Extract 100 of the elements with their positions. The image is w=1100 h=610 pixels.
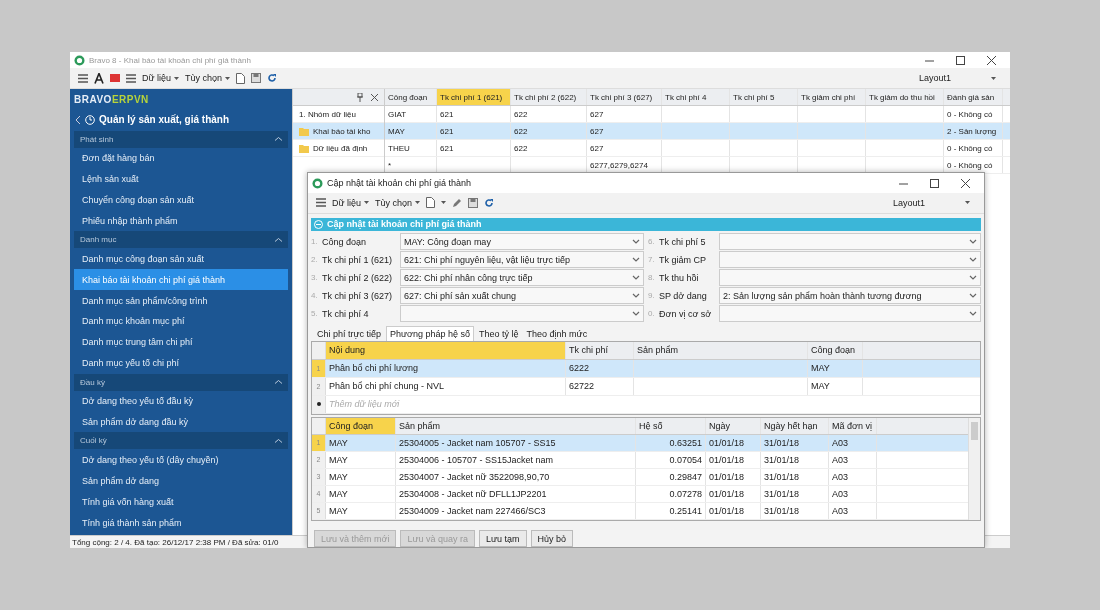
dropdown-field[interactable] — [719, 251, 981, 269]
sidebar-item[interactable]: Phiếu nhập thành phẩm — [74, 210, 288, 232]
table-cell: 0.29847 — [636, 468, 706, 485]
column-header[interactable]: Tk chi phí 2 (622) — [511, 89, 587, 105]
layout-dropdown[interactable]: Layout1 — [918, 73, 951, 83]
sidebar-item[interactable]: Danh mục công đoạn sản xuất — [74, 248, 288, 270]
sidebar-item[interactable]: Đơn đặt hàng bán — [74, 147, 288, 169]
chevron-down-icon — [632, 293, 640, 299]
column-header[interactable]: Tk chi phí 3 (627) — [587, 89, 662, 105]
close-icon[interactable] — [371, 93, 378, 101]
table-cell: 31/01/18 — [761, 468, 829, 485]
action-button[interactable]: Lưu tạm — [479, 530, 527, 547]
dropdown-field[interactable]: 627: Chi phí sản xuất chung — [400, 287, 644, 305]
sidebar-item[interactable]: Dở dang theo yếu tố (dây chuyền) — [74, 449, 288, 471]
field-label: SP dở dang — [659, 290, 708, 301]
column-header[interactable]: Đánh giá sản — [944, 89, 1003, 105]
save-icon[interactable] — [251, 73, 262, 83]
table-cell: MAY — [385, 123, 437, 139]
table-cell: 0.07054 — [636, 451, 706, 468]
dropdown-field[interactable]: 621: Chi phí nguyên liệu, vật liệu trực tiếp — [400, 251, 644, 269]
tab[interactable]: Phương pháp hệ số — [386, 325, 475, 341]
menu-dropdown[interactable]: Dữ liệu — [142, 73, 180, 83]
menu-icon[interactable] — [126, 73, 136, 83]
dropdown-field[interactable] — [719, 305, 981, 323]
tree-item[interactable]: Dữ liệu đã định — [293, 140, 384, 156]
new-row-icon — [316, 402, 321, 407]
pen-icon[interactable] — [452, 197, 463, 208]
layout-dropdown[interactable]: Layout1 — [892, 197, 925, 208]
font-icon[interactable] — [94, 72, 104, 84]
document-icon[interactable] — [236, 72, 246, 84]
menu-dropdown[interactable]: Dữ liệu — [332, 197, 370, 208]
column-header[interactable]: Tk chi phí 5 — [730, 89, 798, 105]
column-header[interactable]: Tk chi phí — [566, 341, 634, 359]
column-header[interactable]: Sản phẩm — [634, 341, 808, 359]
tab[interactable]: Chi phí trực tiếp — [314, 326, 385, 341]
column-header[interactable]: Công đoạn — [326, 417, 396, 434]
column-header[interactable]: Hệ số — [636, 417, 706, 434]
column-header[interactable]: Sản phẩm — [396, 417, 636, 434]
column-header[interactable]: Tk chi phí 4 — [662, 89, 730, 105]
table-cell: MAY — [326, 468, 396, 485]
sidebar-item[interactable]: Tính giá vốn hàng xuất — [74, 491, 288, 513]
refresh-icon[interactable] — [267, 73, 278, 83]
close-icon[interactable] — [961, 178, 970, 188]
table-cell: 621 — [437, 106, 511, 122]
sidebar-item[interactable]: Danh mục yếu tố chi phí — [74, 352, 288, 374]
menu-icon[interactable] — [316, 198, 326, 208]
section-header[interactable]: Cuối kỳ — [74, 432, 288, 450]
menu-dropdown[interactable]: Tùy chọn — [185, 73, 231, 83]
app-logo-icon — [312, 177, 323, 189]
dropdown-field[interactable]: 622: Chi phí nhân công trực tiếp — [400, 269, 644, 287]
section-header[interactable]: Danh mục — [74, 231, 288, 249]
sidebar-item[interactable]: Lệnh sản xuất — [74, 168, 288, 190]
dropdown-field[interactable]: 2: Sản lượng sản phẩm hoàn thành tương đương — [719, 287, 981, 305]
column-header[interactable]: Tk giảm chi phí — [798, 89, 866, 105]
field-label: Tk chi phí 2 (622) — [322, 272, 394, 283]
column-header[interactable]: Nội dung — [326, 341, 566, 359]
sidebar-item[interactable]: Danh mục trung tâm chi phí — [74, 331, 288, 353]
column-header[interactable]: Tk giảm do thu hồi — [866, 89, 944, 105]
dropdown-field[interactable] — [719, 233, 981, 251]
column-header[interactable]: Ngày hết hạn — [761, 417, 829, 434]
table-cell: 622 — [511, 140, 587, 156]
menu-dropdown[interactable]: Tùy chọn — [375, 197, 421, 208]
sidebar-item[interactable]: Sản phẩm dở dang đầu kỳ — [74, 411, 288, 433]
column-header[interactable]: Ngày — [706, 417, 761, 434]
field-label: Công đoạn — [322, 236, 368, 247]
sidebar-item[interactable]: Tính giá thành sản phẩm — [74, 512, 288, 533]
scrollbar[interactable] — [968, 417, 980, 520]
tab[interactable]: Theo tỷ lệ — [476, 326, 522, 341]
pin-icon[interactable] — [357, 92, 363, 102]
table-cell: 627 — [587, 123, 662, 139]
sidebar-item[interactable]: Danh mục sản phẩm/công trình — [74, 290, 288, 311]
tab[interactable]: Theo định mức — [523, 326, 591, 341]
close-icon[interactable] — [987, 55, 996, 65]
column-header[interactable]: Tk chi phí 1 (621) — [437, 89, 511, 105]
sidebar-item[interactable]: Chuyển công đoạn sản xuất — [74, 189, 288, 211]
menu-icon[interactable] — [78, 73, 88, 83]
sidebar-item[interactable]: Sản phẩm dở dang — [74, 470, 288, 492]
back-icon[interactable] — [76, 115, 81, 124]
sidebar-item[interactable]: Danh mục khoản mục phí — [74, 311, 288, 332]
column-header[interactable]: Công đoạn — [808, 341, 863, 359]
color-swatch-icon[interactable] — [110, 74, 120, 82]
tree-item[interactable]: Khai báo tài kho — [293, 123, 384, 139]
refresh-icon[interactable] — [484, 197, 495, 208]
maximize-icon[interactable] — [930, 178, 939, 188]
sidebar-item[interactable]: Dở dang theo yếu tố đầu kỳ — [74, 390, 288, 412]
action-button[interactable]: Hủy bỏ — [530, 530, 574, 547]
field-number: 8. — [648, 273, 656, 283]
table-cell: 622 — [511, 106, 587, 122]
document-icon[interactable] — [426, 197, 436, 209]
caret-icon — [965, 201, 970, 205]
section-header[interactable]: Phát sinh — [74, 130, 288, 148]
maximize-icon[interactable] — [956, 55, 965, 65]
section-header[interactable]: Đầu kỳ — [74, 373, 288, 391]
dropdown-field[interactable] — [400, 305, 644, 323]
table-cell: 31/01/18 — [761, 451, 829, 468]
column-header[interactable]: Mã đơn vị — [829, 417, 877, 434]
save-icon[interactable] — [468, 197, 479, 208]
dropdown-field[interactable] — [719, 269, 981, 287]
dropdown-field[interactable]: MAY: Công đoạn may — [400, 233, 644, 251]
table-cell: MAY — [326, 502, 396, 519]
